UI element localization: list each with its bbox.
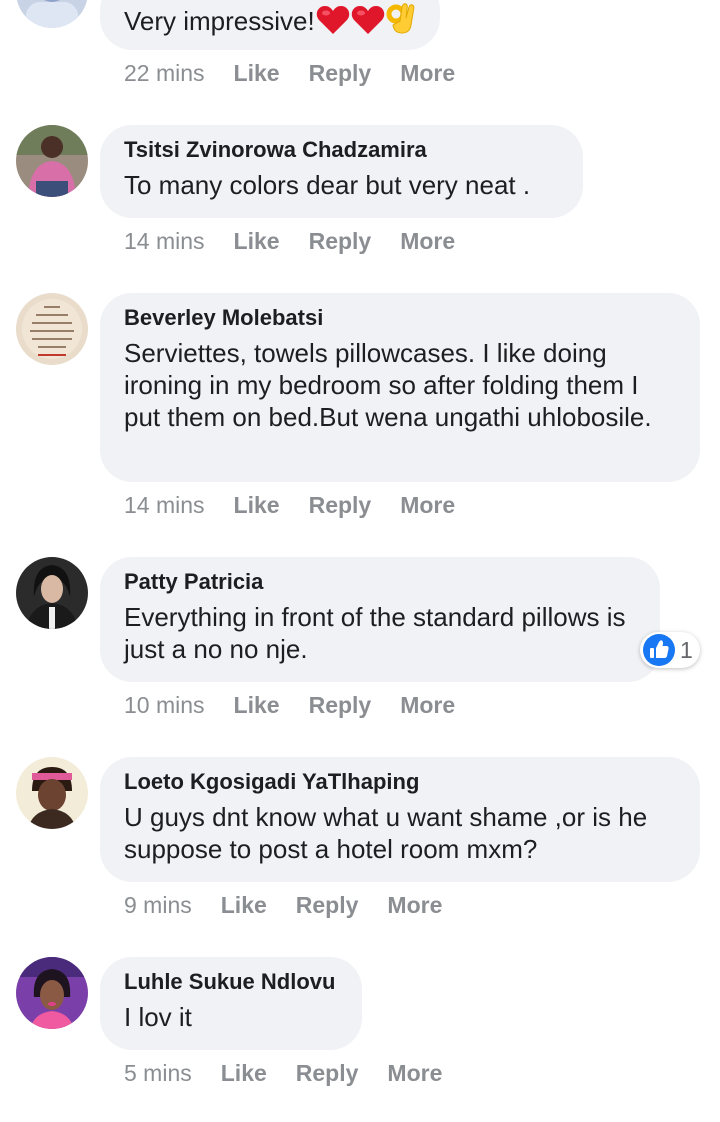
- comment-bubble: Patty Patricia Everything in front of th…: [100, 557, 660, 682]
- comment-text: To many colors dear but very neat .: [124, 170, 531, 200]
- comment-text: Serviettes, towels pillowcases. I like d…: [124, 338, 652, 432]
- comment-time[interactable]: 14 mins: [124, 492, 205, 518]
- comment-text: I lov it: [124, 1002, 192, 1032]
- avatar[interactable]: [16, 0, 88, 28]
- more-button[interactable]: More: [400, 692, 455, 718]
- comment-bubble: Beverley Molebatsi Serviettes, towels pi…: [100, 293, 700, 482]
- avatar[interactable]: [16, 557, 88, 629]
- more-button[interactable]: More: [387, 1060, 442, 1086]
- reply-button[interactable]: Reply: [309, 692, 372, 718]
- reaction-badge[interactable]: 1: [640, 632, 700, 668]
- reply-button[interactable]: Reply: [309, 228, 372, 254]
- like-button[interactable]: Like: [234, 492, 280, 518]
- reply-button[interactable]: Reply: [309, 492, 372, 518]
- red-heart-emoji: [351, 5, 385, 42]
- comment-author[interactable]: Tsitsi Zvinorowa Chadzamira: [124, 136, 559, 164]
- more-button[interactable]: More: [387, 892, 442, 918]
- avatar-image: [16, 125, 88, 197]
- avatar-image: [16, 557, 88, 629]
- comment-actions: 14 mins Like Reply More: [124, 226, 484, 256]
- comment-time[interactable]: 14 mins: [124, 228, 205, 254]
- avatar[interactable]: [16, 957, 88, 1029]
- reply-button[interactable]: Reply: [309, 60, 372, 86]
- like-button[interactable]: Like: [234, 692, 280, 718]
- comment-text: Very impressive!: [124, 1, 416, 42]
- reply-button[interactable]: Reply: [296, 892, 359, 918]
- avatar-image: [16, 757, 88, 829]
- more-button[interactable]: More: [400, 228, 455, 254]
- avatar[interactable]: [16, 757, 88, 829]
- comment-bubble: Very impressive!: [100, 0, 440, 50]
- comment-bubble: Loeto Kgosigadi YaTlhaping U guys dnt kn…: [100, 757, 700, 882]
- like-button[interactable]: Like: [234, 60, 280, 86]
- comment-actions: 22 mins Like Reply More: [124, 58, 484, 88]
- comment-author[interactable]: Loeto Kgosigadi YaTlhaping: [124, 768, 676, 796]
- comment-actions: 14 mins Like Reply More: [124, 490, 484, 520]
- comment-text: U guys dnt know what u want shame ,or is…: [124, 802, 648, 864]
- avatar-image: [16, 957, 88, 1029]
- like-button[interactable]: Like: [221, 1060, 267, 1086]
- comment-author[interactable]: Beverley Molebatsi: [124, 304, 676, 332]
- comment-actions: 10 mins Like Reply More: [124, 690, 484, 720]
- comment-time[interactable]: 9 mins: [124, 892, 192, 918]
- comment-actions: 9 mins Like Reply More: [124, 890, 471, 920]
- red-heart-emoji: [316, 5, 350, 42]
- comment-bubble: Tsitsi Zvinorowa Chadzamira To many colo…: [100, 125, 583, 218]
- reply-button[interactable]: Reply: [296, 1060, 359, 1086]
- avatar[interactable]: [16, 125, 88, 197]
- like-button[interactable]: Like: [221, 892, 267, 918]
- comment-author[interactable]: Luhle Sukue Ndlovu: [124, 968, 338, 996]
- more-button[interactable]: More: [400, 60, 455, 86]
- like-button[interactable]: Like: [234, 228, 280, 254]
- comment-author[interactable]: Patty Patricia: [124, 568, 636, 596]
- reaction-count: 1: [680, 637, 693, 663]
- comment-actions: 5 mins Like Reply More: [124, 1058, 471, 1088]
- avatar-image: [16, 0, 88, 28]
- avatar[interactable]: [16, 293, 88, 365]
- comment-text: Everything in front of the standard pill…: [124, 602, 626, 664]
- comment-time[interactable]: 22 mins: [124, 60, 205, 86]
- more-button[interactable]: More: [400, 492, 455, 518]
- ok-hand-emoji: [386, 1, 416, 42]
- avatar-image: [16, 293, 88, 365]
- thumbs-up-icon: [643, 634, 675, 666]
- comment-time[interactable]: 5 mins: [124, 1060, 192, 1086]
- comment-time[interactable]: 10 mins: [124, 692, 205, 718]
- comment-bubble: Luhle Sukue Ndlovu I lov it: [100, 957, 362, 1050]
